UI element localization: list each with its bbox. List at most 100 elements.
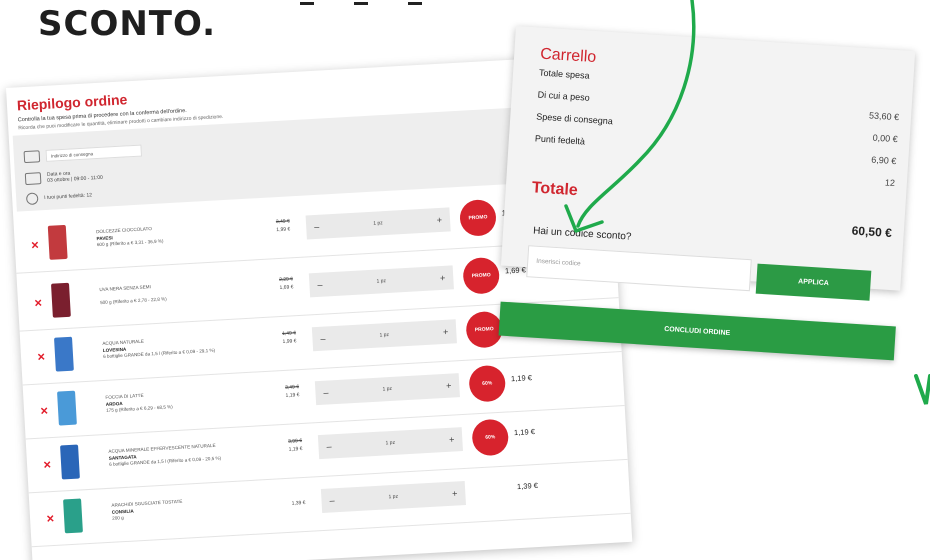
cart-summary-box: Carrello Totale spesa Di cui a peso Spes… (500, 26, 916, 301)
old-price: 1,49 € (281, 330, 297, 337)
minus-icon[interactable]: – (317, 280, 323, 290)
plus-icon[interactable]: + (452, 488, 458, 498)
plus-icon[interactable]: + (446, 381, 452, 391)
product-image (63, 498, 83, 534)
remove-icon[interactable]: ✕ (37, 352, 46, 363)
product-brand: PAVESI (96, 234, 113, 241)
address-field[interactable]: Indirizzo di consegna (45, 144, 143, 162)
quantity-value: 1 pz (385, 439, 396, 447)
cart-row-value: 6,90 € (870, 154, 897, 167)
row-total: 1,19 € (513, 427, 536, 438)
date-text: Data e ora 03 ottobre | 09:00 - 11:00 (47, 169, 103, 184)
product-brand: SANTAGATA (108, 453, 137, 461)
plus-icon[interactable]: + (449, 435, 455, 445)
promo-badge: 60% (468, 364, 507, 403)
truck-icon (23, 150, 41, 164)
remove-icon[interactable]: ✕ (31, 240, 40, 251)
unit-price: 1,19 € (285, 392, 300, 399)
coupon-question: Hai un codice sconto? (532, 225, 632, 243)
heart-icon (25, 192, 39, 206)
minus-icon[interactable]: – (329, 495, 335, 505)
quantity-stepper[interactable]: – 1 pz + (308, 265, 454, 298)
product-name: ARACHIDI SGUSCIATE TOSTATE CONSILIA 200 g (111, 494, 262, 522)
calendar-icon (24, 172, 42, 186)
plus-icon[interactable]: + (440, 273, 446, 283)
product-brand: LOVESINA (102, 346, 127, 353)
minus-icon[interactable]: – (320, 334, 326, 344)
cart-points-value: 12 (884, 177, 896, 189)
promo-badge: PROMO (459, 198, 497, 237)
unit-price: 1,99 € (282, 338, 297, 345)
cart-total-value: 60,50 € (851, 223, 893, 240)
cart-panel: Carrello Totale spesa Di cui a peso Spes… (497, 26, 916, 361)
cart-row-label: Di cui a peso (537, 89, 590, 103)
unit-price: 1,99 € (276, 226, 291, 234)
cropped-text-fragment (300, 0, 470, 6)
product-image (57, 390, 77, 426)
cart-title: Carrello (539, 45, 597, 67)
product-title: FOCCIA DI LATTE (105, 392, 144, 400)
screenshot-collage: SCONTO. Riepilogo ordine Controlla la tu… (0, 0, 930, 560)
plus-icon[interactable]: + (443, 327, 449, 337)
minus-icon[interactable]: – (314, 222, 320, 232)
product-title: ACQUA NATURALE (102, 338, 145, 347)
product-image (50, 282, 71, 318)
promo-badge: 60% (471, 418, 510, 457)
product-detail: 500 g (Riferito a € 2,78 - 22,8 %) (99, 296, 167, 306)
quantity-stepper[interactable]: – 1 pz + (311, 319, 457, 352)
quantity-stepper[interactable]: – 1 pz + (314, 373, 460, 406)
quantity-stepper[interactable]: – 1 pz + (317, 427, 463, 460)
cart-row-value: 53,60 € (868, 110, 900, 123)
unit-price: 1,39 € (291, 499, 306, 507)
product-image (47, 224, 68, 260)
green-mark (914, 374, 930, 405)
minus-icon[interactable]: – (326, 441, 332, 451)
cart-row-label: Punti fedeltà (534, 133, 586, 147)
promo-badge: PROMO (462, 256, 501, 295)
cart-row-value: 0,00 € (872, 132, 898, 145)
remove-icon[interactable]: ✕ (34, 298, 43, 309)
apply-coupon-button[interactable]: APPLICA (755, 263, 872, 301)
quantity-value: 1 pz (379, 332, 390, 339)
quantity-value: 1 pz (376, 278, 387, 285)
product-name: ACQUA MINERALE EFFERVESCENTE NATURALE SAN… (108, 440, 259, 468)
row-total: 1,19 € (510, 373, 533, 384)
address-row[interactable]: Indirizzo di consegna (23, 144, 143, 164)
remove-icon[interactable]: ✕ (43, 460, 52, 471)
product-title: ACQUA MINERALE EFFERVESCENTE NATURALE (108, 442, 216, 454)
unit-price: 1,69 € (279, 284, 294, 292)
quantity-stepper[interactable]: – 1 pz + (320, 481, 466, 514)
order-summary-title: Riepilogo ordine (16, 91, 128, 114)
plus-icon[interactable]: + (436, 215, 442, 225)
remove-icon[interactable]: ✕ (40, 406, 49, 417)
old-price: 3,99 € (288, 438, 303, 445)
quantity-value: 1 pz (373, 220, 383, 227)
old-price: 2,29 € (278, 276, 294, 284)
cart-row-label: Spese di consegna (536, 111, 614, 127)
product-title: ARACHIDI SGUSCIATE TOSTATE (111, 498, 183, 508)
product-detail: 200 g (112, 515, 124, 521)
points-row: I tuoi punti fedeltà: 12 (25, 189, 93, 206)
old-price: 3,49 € (275, 218, 290, 226)
product-title: DOLCEZZE CIOCCOLATO (96, 226, 152, 235)
unit-price: 1,19 € (288, 446, 303, 453)
product-image (60, 444, 80, 480)
product-brand: ARDOA (105, 400, 123, 407)
product-name: ACQUA NATURALE LOVESINA 6 bottiglie GRANDE… (102, 333, 253, 361)
headline: SCONTO. (38, 4, 217, 44)
minus-icon[interactable]: – (323, 387, 329, 397)
product-image (54, 336, 74, 372)
product-name: UVA NERA SENZA SEMI 500 g (Riferito a € 2… (99, 279, 250, 307)
cart-total-label: Totale (531, 179, 579, 200)
product-name: FOCCIA DI LATTE ARDOA 175 g (Riferito a € … (105, 387, 256, 415)
product-name: DOLCEZZE CIOCCOLATO PAVESI 600 g (Riferito… (96, 221, 247, 249)
quantity-stepper[interactable]: – 1 pz + (305, 207, 451, 240)
cart-row-label: Totale spesa (538, 67, 590, 81)
quantity-value: 1 pz (388, 493, 399, 501)
coupon-input[interactable]: Inserisci codice (526, 245, 752, 292)
product-brand: CONSILIA (111, 508, 134, 515)
remove-icon[interactable]: ✕ (46, 514, 55, 525)
date-row: Data e ora 03 ottobre | 09:00 - 11:00 (24, 169, 103, 186)
points-text: I tuoi punti fedeltà: 12 (44, 192, 93, 202)
old-price: 3,49 € (285, 384, 300, 391)
